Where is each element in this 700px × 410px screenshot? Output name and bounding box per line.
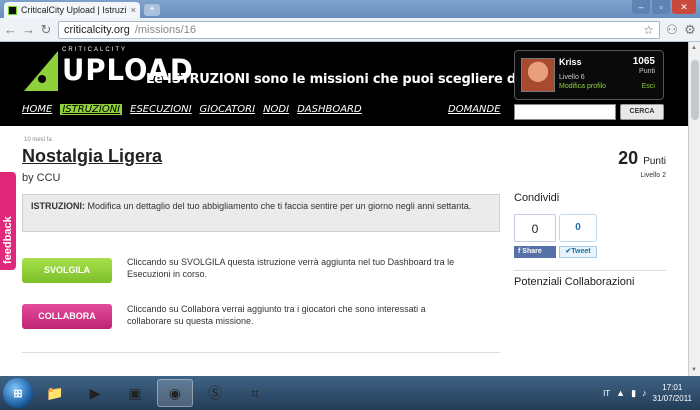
nav-istruzioni[interactable]: ISTRUZIONI (60, 104, 123, 115)
user-level: Livello 6 (559, 74, 585, 81)
explorer-icon[interactable]: 📁 (37, 379, 73, 407)
chrome-icon[interactable]: ◉ (157, 379, 193, 407)
nav-nodi[interactable]: NODI (263, 104, 289, 115)
avatar[interactable] (521, 58, 555, 92)
volume-icon[interactable]: ♪ (642, 388, 647, 398)
tab-title: CriticalCity Upload | Istruzi (21, 5, 127, 15)
nav-home[interactable]: HOME (22, 104, 52, 115)
browser-tab[interactable]: CriticalCity Upload | Istruzi × (4, 2, 140, 18)
nav-esecuzioni[interactable]: ESECUZIONI (130, 104, 191, 115)
collabora-button[interactable]: COLLABORA (22, 304, 112, 329)
start-button[interactable]: ⊞ (3, 378, 33, 408)
app-icon[interactable]: ▣ (117, 379, 153, 407)
system-tray: IT ▲ ▮ ♪ 17:01 31/07/2011 (603, 376, 700, 410)
clock-time: 17:01 (662, 383, 683, 392)
back-arrow-icon[interactable]: ← (4, 22, 17, 37)
user-box: Kriss Livello 6 Modifica profilo 1065 Pu… (514, 50, 664, 100)
tweet-label: Tweet (571, 248, 591, 255)
skype-icon[interactable]: Ⓢ (197, 379, 233, 407)
share-title: Condividi (514, 192, 560, 204)
web-page: CRITICALCITY UPLOAD Le ISTRUZIONI sono l… (0, 42, 688, 376)
triangle-logo-icon (24, 51, 58, 91)
mission-title[interactable]: Nostalgia Ligera (22, 146, 162, 167)
user-name[interactable]: Kriss (559, 57, 582, 67)
site-header: CRITICALCITY UPLOAD Le ISTRUZIONI sono l… (0, 42, 688, 126)
facebook-count: 0 (514, 214, 556, 242)
wrench-menu-icon[interactable]: ⚙ (684, 22, 696, 38)
facebook-share-button[interactable]: f Share (514, 246, 556, 258)
reload-icon[interactable]: ↻ (40, 22, 52, 38)
collaborations-title: Potenziali Collaborazioni (514, 276, 635, 288)
edit-profile-link[interactable]: Modifica profilo (559, 83, 606, 90)
mission-points: 20 Punti (618, 148, 666, 169)
logout-link[interactable]: Esci (642, 83, 655, 90)
mission-points-value: 20 (618, 148, 639, 168)
media-player-icon[interactable]: ▶ (77, 379, 113, 407)
network-app-icon[interactable]: ⌗ (237, 379, 273, 407)
divider (22, 352, 500, 353)
site-favicon-icon (8, 5, 17, 15)
window-controls: – ▫ ✕ (632, 0, 696, 14)
language-indicator[interactable]: IT (603, 389, 610, 398)
mission-age: 10 mesi fa (24, 137, 52, 143)
skype-addon-icon[interactable]: ⚇ (666, 22, 678, 38)
scroll-down-icon[interactable]: ▼ (691, 367, 697, 373)
scrollbar-thumb[interactable] (691, 60, 699, 120)
nav-domande[interactable]: DOMANDE (448, 104, 501, 115)
minimize-button[interactable]: – (632, 0, 650, 14)
svolgila-description: Cliccando su SVOLGILA questa istruzione … (127, 257, 455, 279)
instruction-text: Modifica un dettaglio del tuo abbigliame… (85, 201, 472, 211)
main-nav: HOME ISTRUZIONI ESECUZIONI GIOCATORI NOD… (22, 104, 370, 115)
forward-arrow-icon[interactable]: → (22, 22, 35, 37)
user-points-label: Punti (639, 68, 655, 75)
tweet-button[interactable]: ✔Tweet (559, 246, 597, 258)
instruction-label: ISTRUZIONI: (31, 201, 85, 211)
nav-dashboard[interactable]: DASHBOARD (297, 104, 362, 115)
taskbar: ⊞ 📁 ▶ ▣ ◉ Ⓢ ⌗ IT ▲ ▮ ♪ 17:01 31/07/2011 (0, 376, 700, 410)
search-button[interactable]: CERCA (620, 104, 664, 120)
feedback-tab[interactable]: feedback (0, 172, 16, 270)
mission-author: by CCU (22, 172, 61, 184)
tray-arrow-icon[interactable]: ▲ (616, 388, 625, 398)
address-bar[interactable]: criticalcity.org/missions/16 ☆ (58, 20, 660, 39)
clock-date: 31/07/2011 (652, 394, 692, 403)
clock[interactable]: 17:01 31/07/2011 (653, 382, 692, 404)
browser-toolbar: ← → ↻ criticalcity.org/missions/16 ☆ ⚇ ⚙ (0, 18, 700, 42)
nav-giocatori[interactable]: GIOCATORI (200, 104, 256, 115)
network-icon[interactable]: ▮ (631, 388, 636, 399)
user-points: 1065 (632, 56, 655, 67)
search-input[interactable] (514, 104, 616, 120)
tab-close-icon[interactable]: × (131, 5, 136, 15)
feedback-label: feedback (2, 216, 14, 264)
instruction-box: ISTRUZIONI: Modifica un dettaglio del tu… (22, 194, 500, 232)
close-window-button[interactable]: ✕ (672, 0, 696, 14)
sidebar-divider (514, 270, 666, 271)
twitter-count: 0 (559, 214, 597, 242)
scroll-up-icon[interactable]: ▲ (691, 45, 697, 51)
page-scrollbar[interactable]: ▲ ▼ (688, 42, 700, 376)
url-host: criticalcity.org (64, 23, 130, 36)
new-tab-button[interactable]: + (144, 4, 160, 16)
svolgila-button[interactable]: SVOLGILA (22, 258, 112, 283)
mission-points-label: Punti (643, 156, 666, 167)
bookmark-star-icon[interactable]: ☆ (643, 23, 654, 37)
collabora-description: Cliccando su Collabora verrai aggiunto t… (127, 304, 426, 326)
maximize-button[interactable]: ▫ (652, 0, 670, 14)
browser-tab-bar: CriticalCity Upload | Istruzi × + – ▫ ✕ (0, 0, 700, 18)
url-path: /missions/16 (134, 23, 196, 36)
mission-level: Livello 2 (640, 172, 666, 179)
facebook-share-label: Share (522, 248, 542, 255)
